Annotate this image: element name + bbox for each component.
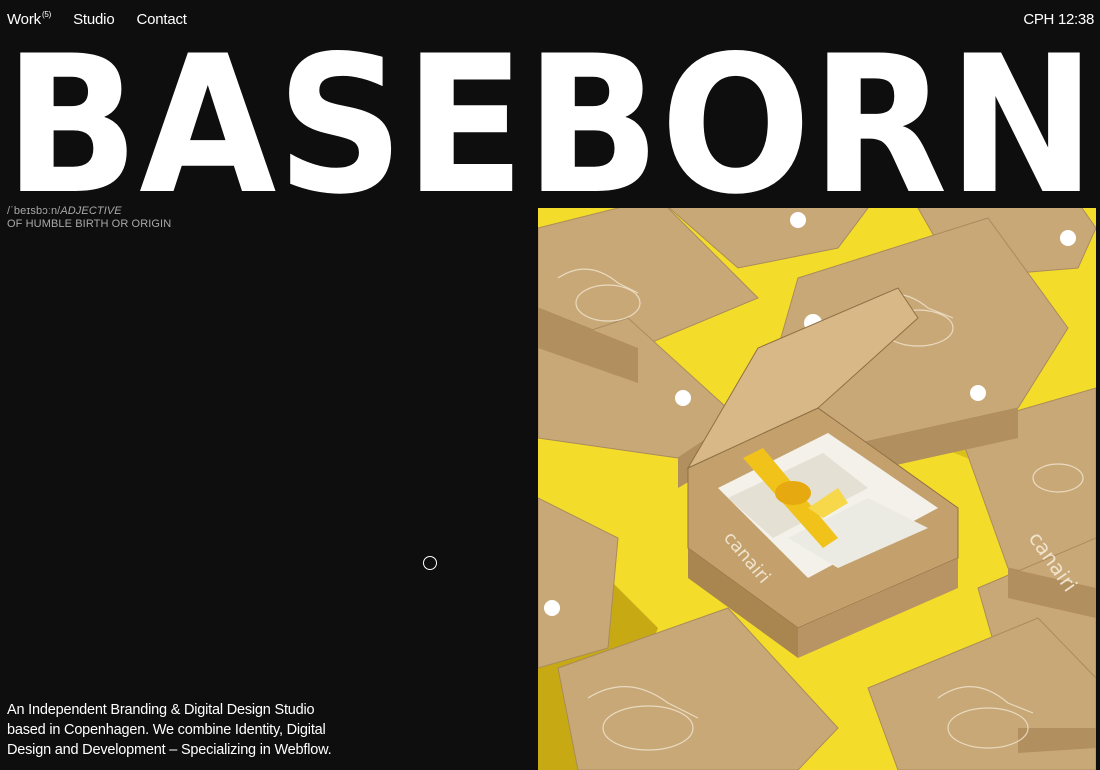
work-count: (5) bbox=[41, 10, 52, 19]
studio-intro: An Independent Branding & Digital Design… bbox=[7, 702, 332, 758]
location-clock: CPH 12:38 bbox=[1023, 11, 1094, 28]
nav-link-studio[interactable]: Studio bbox=[73, 11, 115, 28]
baseborn-wordmark[interactable]: BASEBORN bbox=[0, 34, 1100, 194]
packaging-illustration: canairi canairi bbox=[538, 208, 1096, 770]
cursor-circle bbox=[423, 556, 437, 570]
nav-link-work-label: Work bbox=[7, 11, 41, 28]
main-nav: Work(5) Studio Contact bbox=[7, 10, 187, 28]
nav-link-work[interactable]: Work(5) bbox=[7, 10, 52, 28]
wordmark-text: BASEBORN bbox=[4, 34, 1096, 194]
part-of-speech: ADJECTIVE bbox=[60, 205, 122, 217]
nav-link-contact[interactable]: Contact bbox=[136, 11, 186, 28]
definition: /ˈbeɪsbɔːn/ADJECTIVE OF HUMBLE BIRTH OR … bbox=[7, 205, 171, 231]
definition-text: OF HUMBLE BIRTH OR ORIGIN bbox=[7, 218, 172, 230]
project-image[interactable]: canairi canairi bbox=[538, 208, 1096, 770]
phonetic-text: /ˈbeɪsbɔːn/ bbox=[7, 205, 61, 217]
